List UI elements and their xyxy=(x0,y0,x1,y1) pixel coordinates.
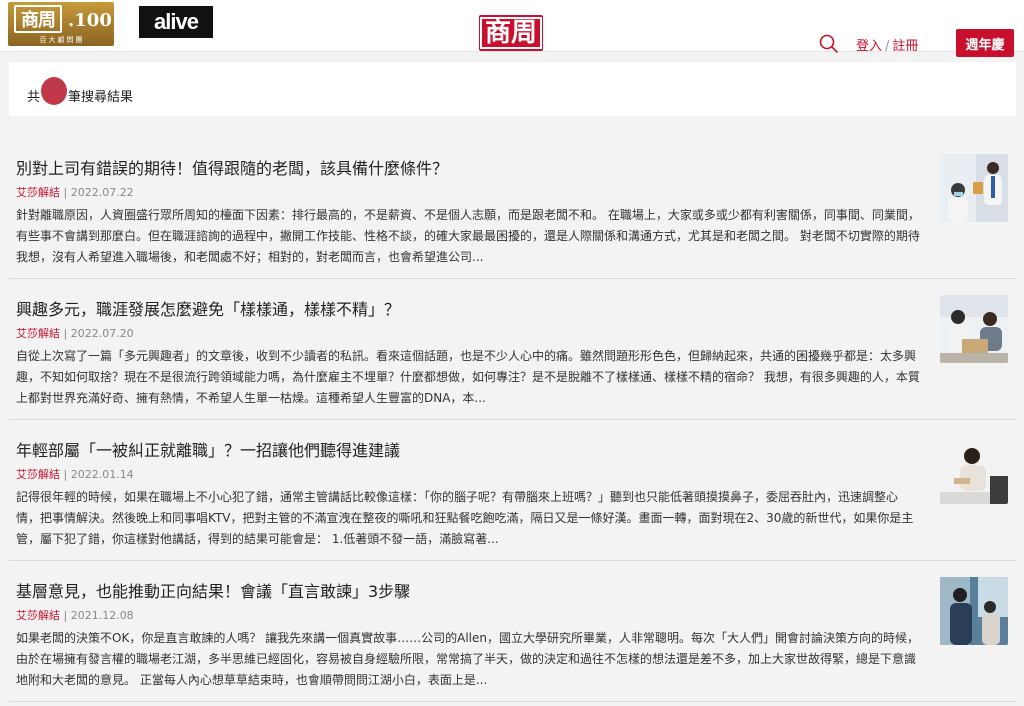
site-header: 商周 .100 百大顧問團 alive 商周 登入 / 註冊 週年慶 xyxy=(0,0,1024,57)
article-item[interactable]: 基層意見，也能推動正向結果！會議「直言敢諫」3步驟 艾莎解結 | 2021.12… xyxy=(9,561,1016,702)
business-weekly-100-logo[interactable]: 商周 .100 百大顧問團 xyxy=(8,2,114,46)
auth-divider: / xyxy=(885,39,890,54)
article-title[interactable]: 基層意見，也能推動正向結果！會議「直言敢諫」3步驟 xyxy=(16,578,410,602)
article-author[interactable]: 艾莎解結 xyxy=(16,186,60,199)
logo-mark: 商周 xyxy=(14,5,62,33)
article-list: 別對上司有錯誤的期待！值得跟隨的老闆，該具備什麼條件？ 艾莎解結 | 2022.… xyxy=(9,138,1016,702)
result-suffix: 筆搜尋結果 xyxy=(68,89,134,105)
search-icon[interactable] xyxy=(818,33,840,55)
article-item[interactable]: 別對上司有錯誤的期待！值得跟隨的老闆，該具備什麼條件？ 艾莎解結 | 2022.… xyxy=(9,138,1016,279)
article-date: 2022.07.22 xyxy=(70,186,134,199)
search-result-summary: 共 筆搜尋結果 xyxy=(9,62,1016,116)
article-item[interactable]: 興趣多元，職涯發展怎麼避免「樣樣通，樣樣不精」？ 艾莎解結 | 2022.07.… xyxy=(9,279,1016,420)
article-excerpt: 如果老闆的決策不OK，你是直言敢諫的人嗎？ 讓我先來講一個真實故事……公司的Al… xyxy=(16,631,920,687)
article-item[interactable]: 年輕部屬「一被糾正就離職」？一招讓他們聽得進建議 艾莎解結 | 2022.01.… xyxy=(9,420,1016,561)
article-excerpt: 自從上次寫了一篇「多元興趣者」的文章後，收到不少讀者的私訊。看來這個話題，也是不… xyxy=(16,349,920,405)
article-meta: 艾莎解結 | 2022.01.14 xyxy=(16,468,134,481)
article-author[interactable]: 艾莎解結 xyxy=(16,468,60,481)
article-date: 2021.12.08 xyxy=(70,609,134,622)
article-date: 2022.01.14 xyxy=(70,468,134,481)
article-excerpt: 記得很年輕的時候，如果在職場上不小心犯了錯，通常主管講話比較像這樣：「你的腦子呢… xyxy=(16,490,914,546)
article-meta: 艾莎解結 | 2022.07.22 xyxy=(16,186,134,199)
article-thumbnail[interactable] xyxy=(940,154,1008,222)
article-date: 2022.07.20 xyxy=(70,327,134,340)
anniversary-button[interactable]: 週年慶 xyxy=(956,29,1014,57)
article-author[interactable]: 艾莎解結 xyxy=(16,609,60,622)
result-count-redacted xyxy=(41,77,68,105)
login-link[interactable]: 登入 xyxy=(856,39,882,54)
article-author[interactable]: 艾莎解結 xyxy=(16,327,60,340)
result-prefix: 共 xyxy=(27,89,41,105)
article-title[interactable]: 年輕部屬「一被糾正就離職」？一招讓他們聽得進建議 xyxy=(16,437,400,461)
article-meta: 艾莎解結 | 2022.07.20 xyxy=(16,327,134,340)
article-thumbnail[interactable] xyxy=(940,436,1008,504)
logo-number: .100 xyxy=(68,10,112,31)
article-excerpt: 針對離職原因，人資圈盛行眾所周知的檯面下因素：排行最高的，不是薪資、不是個人志願… xyxy=(16,208,920,264)
article-title[interactable]: 興趣多元，職涯發展怎麼避免「樣樣通，樣樣不精」？ xyxy=(16,296,400,320)
result-count-text: 共 筆搜尋結果 xyxy=(27,77,134,109)
logo-subtitle: 百大顧問團 xyxy=(39,36,85,44)
business-weekly-logo[interactable]: 商周 xyxy=(479,15,543,51)
alive-logo[interactable]: alive xyxy=(139,6,213,38)
auth-links: 登入 / 註冊 xyxy=(856,35,918,54)
article-meta: 艾莎解結 | 2021.12.08 xyxy=(16,609,134,622)
article-title[interactable]: 別對上司有錯誤的期待！值得跟隨的老闆，該具備什麼條件？ xyxy=(16,155,448,179)
register-link[interactable]: 註冊 xyxy=(892,39,918,54)
center-logo-text: 商周 xyxy=(479,17,542,49)
article-thumbnail[interactable] xyxy=(940,295,1008,363)
article-thumbnail[interactable] xyxy=(940,577,1008,645)
